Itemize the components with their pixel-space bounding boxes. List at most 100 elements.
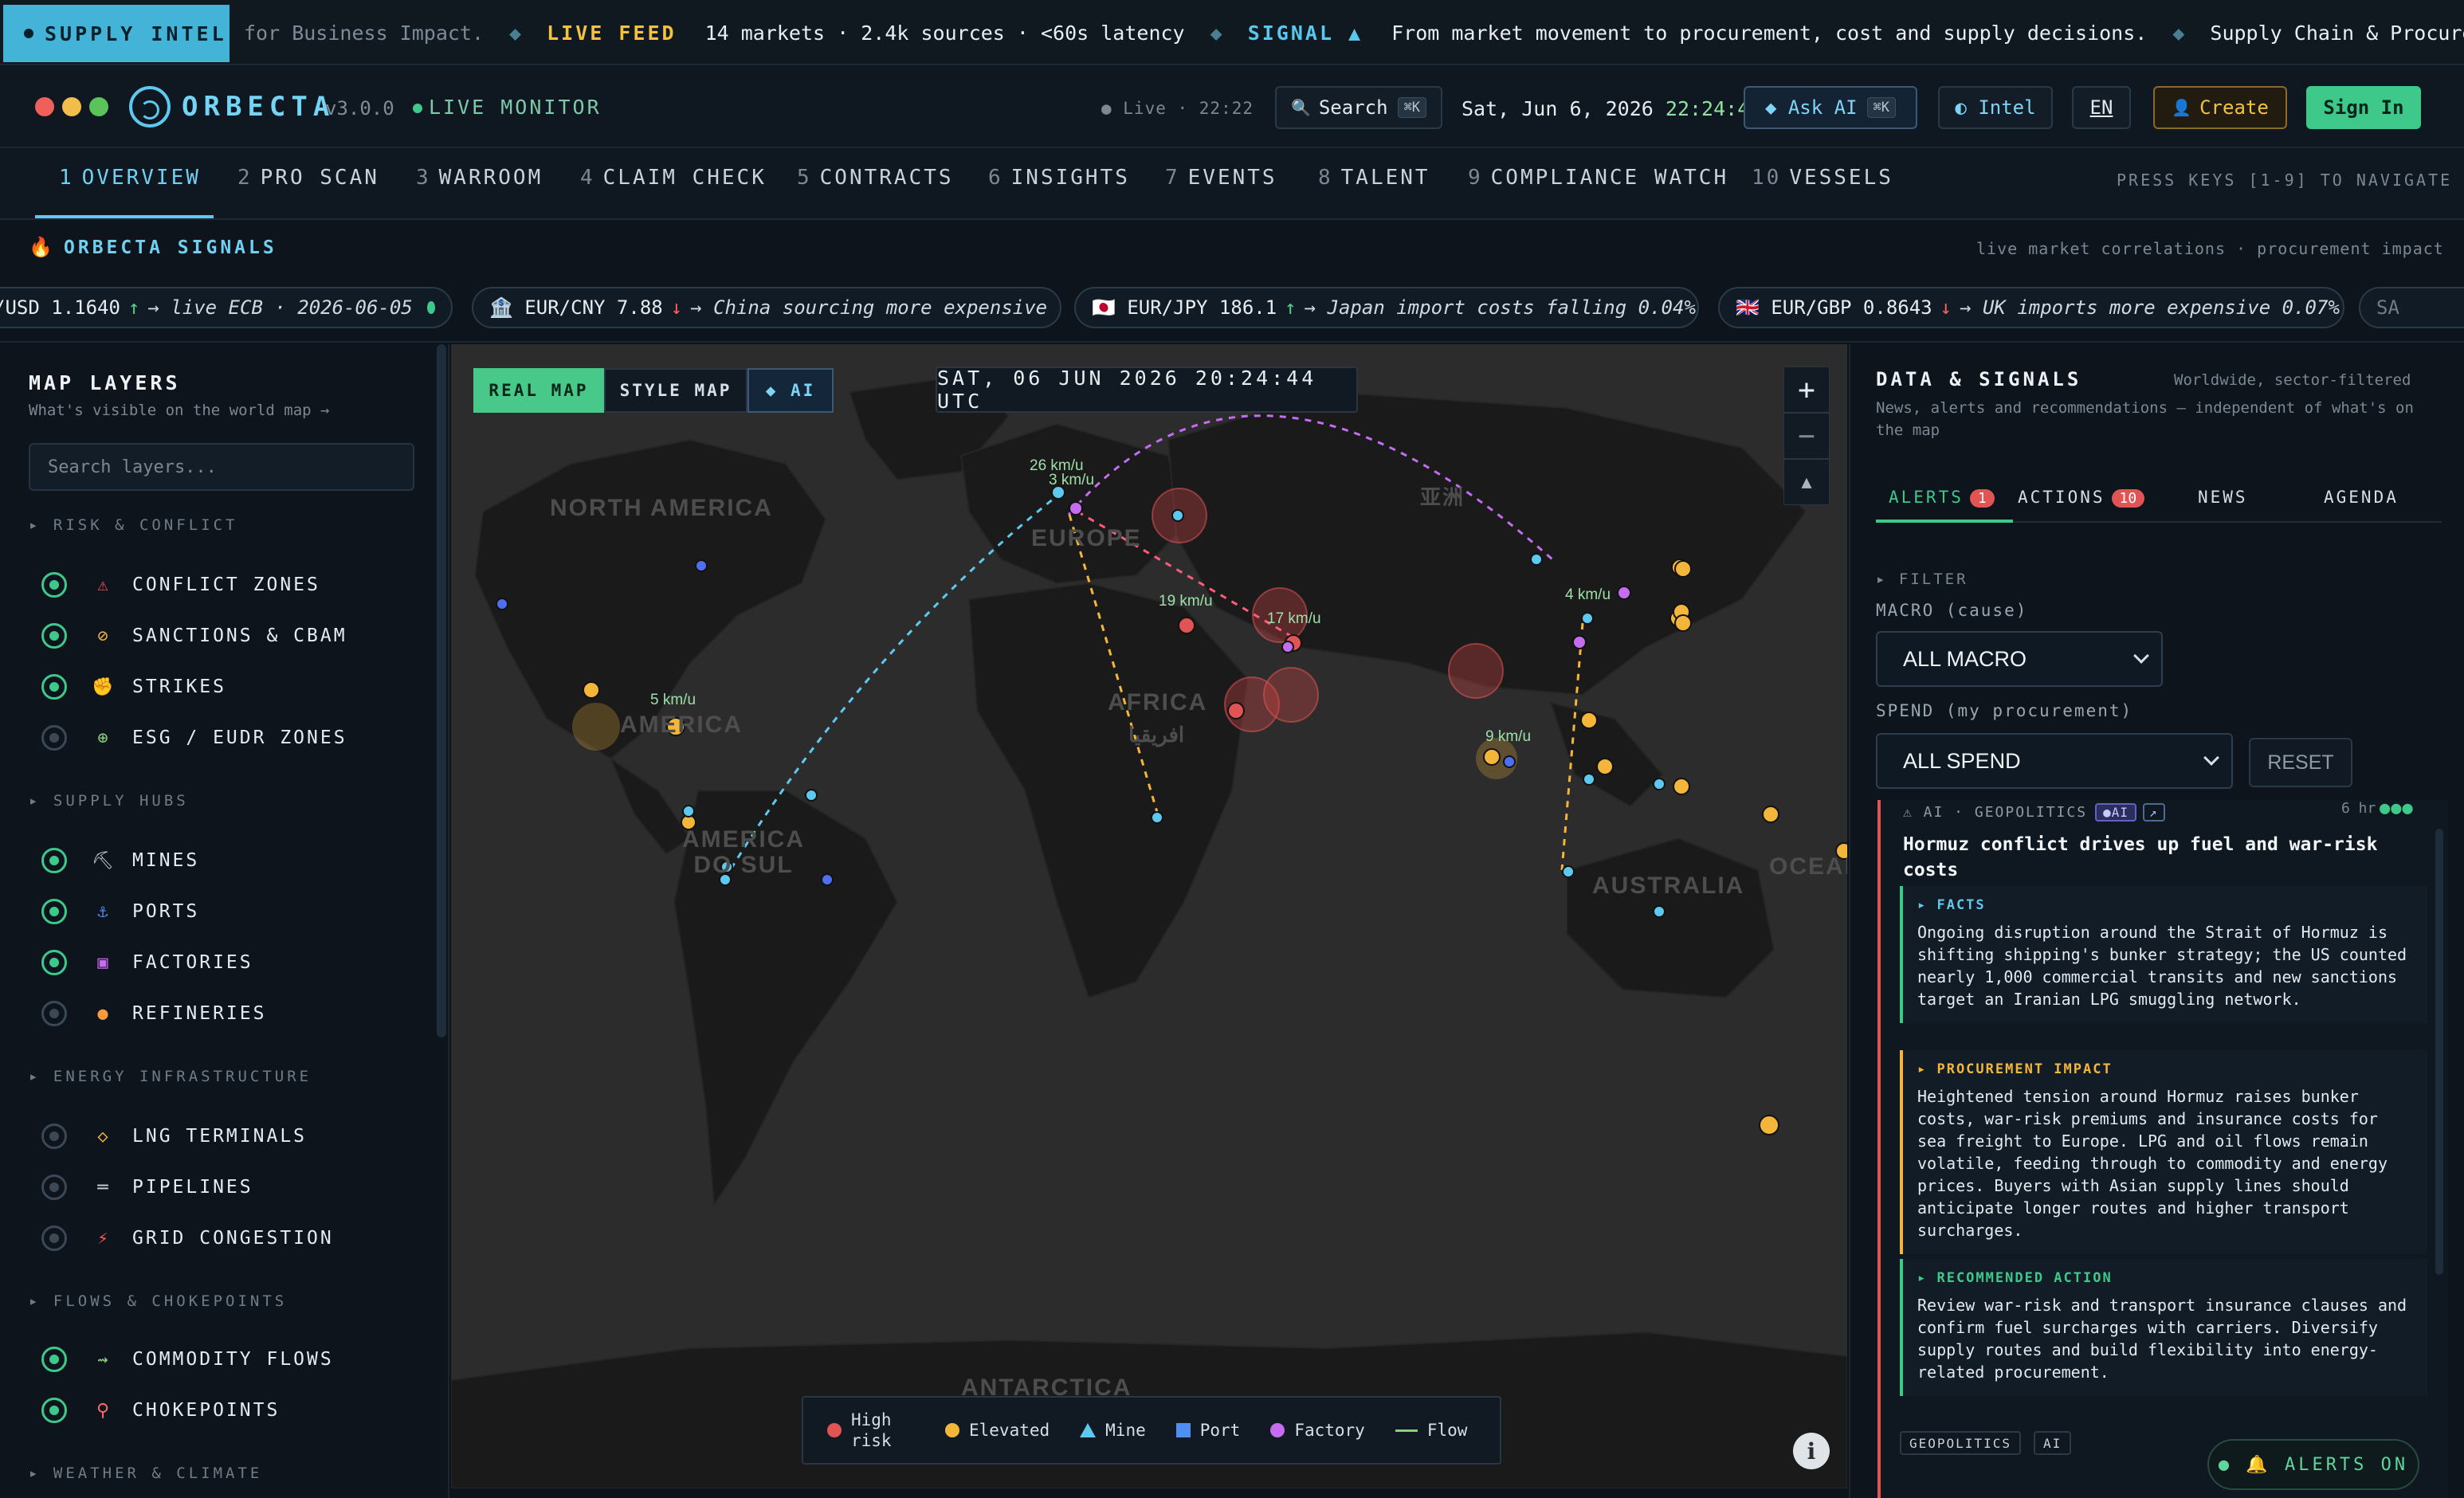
ai-map-button[interactable]: ◆ AI	[747, 368, 834, 413]
layer-commodity-flows[interactable]: ⇝ COMMODITY FLOWS	[41, 1343, 334, 1375]
real-map-button[interactable]: REAL MAP	[473, 368, 604, 413]
mine-marker	[1583, 773, 1595, 786]
layer-pipelines[interactable]: ═ PIPELINES	[41, 1171, 253, 1203]
tab-insights[interactable]: 6 INSIGHTS	[988, 166, 1130, 190]
toggle-on-icon[interactable]	[41, 674, 67, 700]
tab-vessels[interactable]: 10 VESSELS	[1752, 166, 1893, 190]
window-close-icon[interactable]	[35, 97, 54, 116]
signal-chip[interactable]: 🏦 EUR/CNY 7.88 ↓ → China sourcing more exp…	[472, 287, 1061, 328]
toggle-off-icon[interactable]	[41, 725, 67, 751]
layer-grid-congestion[interactable]: ⚡ GRID CONGESTION	[41, 1222, 334, 1254]
toggle-off-icon[interactable]	[41, 1124, 67, 1149]
layer-lng-terminals[interactable]: ◇ LNG TERMINALS	[41, 1120, 307, 1152]
tab-agenda[interactable]: AGENDA	[2324, 488, 2399, 507]
mine-marker	[1530, 553, 1543, 566]
layer-search-input[interactable]	[29, 443, 414, 491]
alerts-on-button[interactable]: ● 🔔 ALERTS ON	[2207, 1439, 2419, 1490]
section-energy-infrastructure[interactable]: ▸ ENERGY INFRASTRUCTURE	[29, 1068, 312, 1085]
spend-select[interactable]: ALL SPEND	[1876, 733, 2233, 789]
tag-ai[interactable]: AI	[2034, 1431, 2072, 1455]
more-options-icon[interactable]: ●●●	[2380, 798, 2414, 818]
alert-card[interactable]: ⚠ AI · GEOPOLITICS ●AI ↗ 6 hr ●●● Hormuz c…	[1877, 798, 2448, 1498]
tag-geopolitics[interactable]: GEOPOLITICS	[1900, 1431, 2021, 1455]
tab-overview[interactable]: 1 OVERVIEW	[59, 166, 201, 190]
reset-button[interactable]: RESET	[2249, 738, 2352, 787]
tab-actions[interactable]: ACTIONS 10	[2018, 488, 2145, 508]
ask-ai-label: ◆ Ask AI	[1764, 96, 1858, 119]
layer-esg-eudr-zones[interactable]: ⊕ ESG / EUDR ZONES	[41, 722, 347, 754]
logo-icon[interactable]	[129, 86, 171, 127]
ocean-label: OCEAN	[1769, 853, 1847, 880]
section-weather-climate[interactable]: ▸ WEATHER & CLIMATE	[29, 1465, 262, 1482]
tab-events[interactable]: 7 EVENTS	[1165, 166, 1277, 190]
signal-chip[interactable]: 🇬🇧 EUR/GBP 0.8643 ↓ → UK imports more expe…	[1718, 287, 2344, 328]
toggle-on-icon[interactable]	[41, 1398, 67, 1423]
toggle-on-icon[interactable]	[41, 848, 67, 873]
macro-select[interactable]: ALL MACRO	[1876, 631, 2163, 687]
toggle-off-icon[interactable]	[41, 1225, 67, 1251]
signal-chip-overflow[interactable]: SA	[2359, 287, 2464, 328]
ticker-separator-icon: ◆	[2172, 21, 2185, 45]
main-nav: 1 OVERVIEW 2 PRO SCAN 3 WARROOM 4 CLAIM CHEC…	[0, 148, 2464, 220]
section-supply-hubs[interactable]: ▸ SUPPLY HUBS	[29, 792, 189, 810]
tab-claim-check[interactable]: 4 CLAIM CHECK	[580, 166, 767, 190]
lng-icon: ◇	[97, 1126, 108, 1147]
compass-icon[interactable]: ▲	[1783, 459, 1830, 505]
language-button[interactable]: EN	[2072, 86, 2131, 129]
section-flows-chokepoints[interactable]: ▸ FLOWS & CHOKEPOINTS	[29, 1292, 287, 1310]
legend-port: Port	[1175, 1421, 1240, 1440]
layer-refineries[interactable]: ● REFINERIES	[41, 998, 266, 1029]
mine-marker	[1653, 905, 1666, 918]
tab-alerts[interactable]: ALERTS 1	[1889, 488, 1995, 508]
layer-label: REFINERIES	[132, 1003, 267, 1024]
search-button[interactable]: 🔍 Search ⌘K	[1275, 86, 1442, 129]
count-badge: 1	[1969, 489, 1995, 508]
toggle-on-icon[interactable]	[41, 623, 67, 649]
layer-mines[interactable]: ⛏ MINES	[41, 845, 199, 876]
tab-warroom[interactable]: 3 WARROOM	[416, 166, 543, 190]
window-maximize-icon[interactable]	[89, 97, 108, 116]
risk-zone	[1448, 643, 1504, 699]
signal-chip[interactable]: /USD 1.1640 ↑ → live ECB · 2026-06-05	[0, 287, 453, 328]
intel-button[interactable]: ◐ Intel	[1938, 86, 2053, 129]
tab-news[interactable]: NEWS	[2198, 488, 2248, 507]
toggle-on-icon[interactable]	[41, 1347, 67, 1372]
brand-name[interactable]: ORBECTA	[182, 91, 335, 123]
toggle-on-icon[interactable]	[41, 572, 67, 598]
external-link-icon[interactable]: ↗	[2142, 803, 2165, 822]
toggle-off-icon[interactable]	[41, 1001, 67, 1026]
zoom-out-button[interactable]: −	[1783, 413, 1830, 459]
layer-sanctions-cbam[interactable]: ⊘ SANCTIONS & CBAM	[41, 620, 347, 652]
layer-conflict-zones[interactable]: ⚠ CONFLICT ZONES	[41, 569, 320, 601]
filter-toggle[interactable]: ▸ FILTER	[1876, 571, 1968, 588]
toggle-off-icon[interactable]	[41, 1174, 67, 1200]
tab-pro-scan[interactable]: 2 PRO SCAN	[237, 166, 379, 190]
world-map[interactable]: NORTH AMERICA EUROPE AFRICA AMERICA DO S…	[451, 344, 1847, 1488]
info-icon[interactable]: i	[1793, 1433, 1830, 1469]
ticker-separator-icon: ◆	[1210, 21, 1222, 45]
impact-text: Heightened tension around Hormuz raises …	[1917, 1087, 2388, 1240]
zoom-in-button[interactable]: +	[1783, 367, 1830, 413]
layer-chokepoints[interactable]: ⚲ CHOKEPOINTS	[41, 1394, 280, 1426]
toggle-on-icon[interactable]	[41, 950, 67, 975]
chevron-down-icon	[2133, 648, 2149, 664]
sign-in-button[interactable]: Sign In	[2306, 86, 2421, 129]
signal-chip[interactable]: 🇯🇵 EUR/JPY 186.1 ↑ → Japan import costs fa…	[1074, 287, 1699, 328]
ask-ai-button[interactable]: ◆ Ask AI ⌘K	[1744, 86, 1917, 129]
left-panel-scrollbar[interactable]	[437, 344, 446, 1037]
tab-compliance-watch[interactable]: 9 COMPLIANCE WATCH	[1468, 166, 1728, 190]
layer-factories[interactable]: ▣ FACTORIES	[41, 947, 253, 978]
window-minimize-icon[interactable]	[62, 97, 81, 116]
create-button[interactable]: 👤 Create	[2153, 86, 2287, 129]
layer-ports[interactable]: ⚓ PORTS	[41, 896, 199, 927]
style-map-button[interactable]: STYLE MAP	[604, 368, 747, 413]
layer-strikes[interactable]: ✊ STRIKES	[41, 671, 226, 703]
tab-talent[interactable]: 8 TALENT	[1318, 166, 1430, 190]
section-risk-conflict[interactable]: ▸ RISK & CONFLICT	[29, 516, 237, 534]
toggle-on-icon[interactable]	[41, 899, 67, 924]
map-legend: High risk Elevated Mine Port Factory Flo…	[802, 1396, 1501, 1465]
arrow-down-icon: ↓	[1940, 296, 1952, 319]
right-panel-scrollbar[interactable]	[2435, 829, 2443, 1275]
legend-flow: Flow	[1395, 1421, 1467, 1440]
tab-contracts[interactable]: 5 CONTRACTS	[797, 166, 954, 190]
